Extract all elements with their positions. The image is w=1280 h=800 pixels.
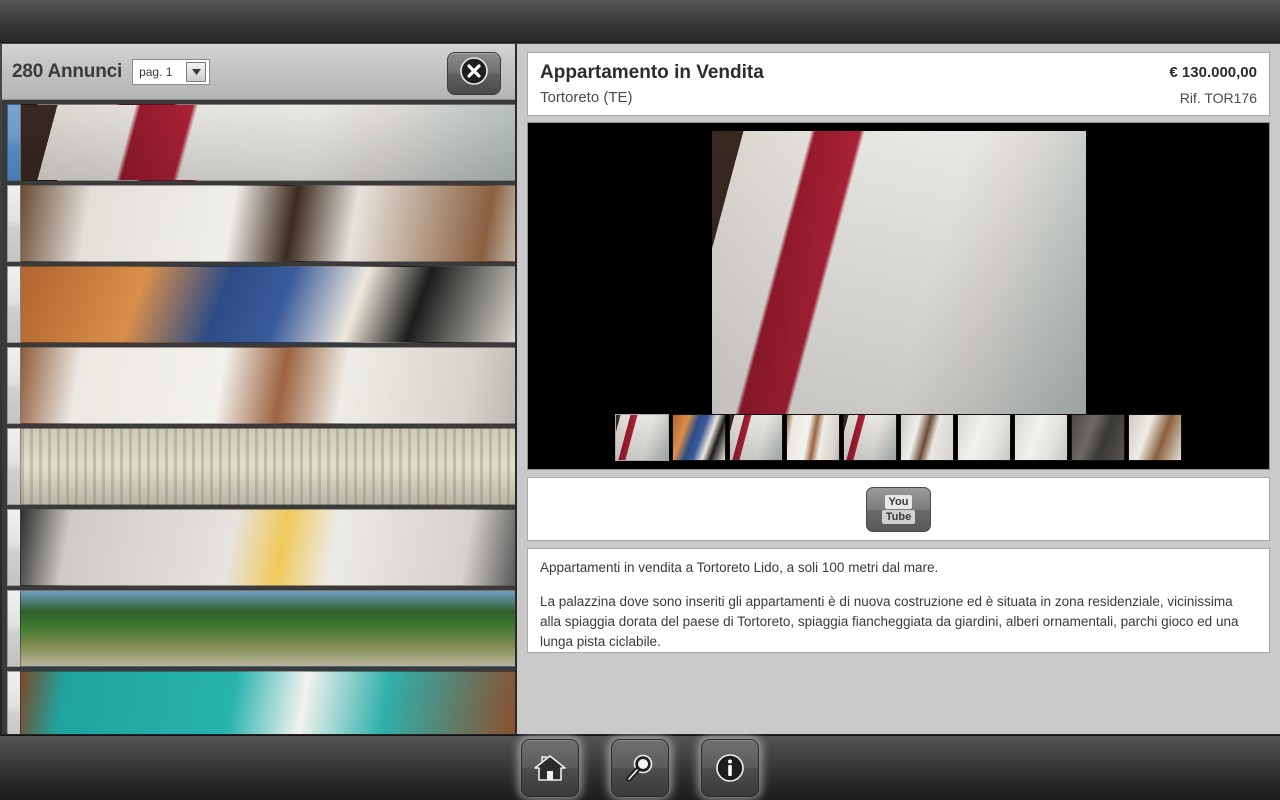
- video-box: You Tube: [527, 477, 1270, 541]
- home-button[interactable]: [521, 738, 579, 797]
- youtube-icon[interactable]: You Tube: [866, 486, 931, 532]
- photo-thumbnail[interactable]: [615, 414, 669, 461]
- detail-header-right: € 130.000,00 Rif. TOR176: [1169, 60, 1257, 115]
- detail-panel: Appartamento in Vendita Tortoreto (TE) €…: [517, 44, 1280, 734]
- bottom-toolbar: [0, 735, 1280, 800]
- main-photo-image: [711, 131, 1086, 414]
- list-item-thumbnail: [20, 266, 515, 343]
- list-item-thumbnail: [20, 509, 515, 586]
- photo-thumbnail[interactable]: [1014, 414, 1068, 461]
- thumbnail-strip[interactable]: [528, 414, 1269, 461]
- list-item-thumbnail: [20, 104, 515, 181]
- photo-thumbnail[interactable]: [1071, 414, 1125, 461]
- photo-thumbnail-image: [673, 415, 725, 460]
- search-button[interactable]: [611, 738, 669, 797]
- youtube-label-top: You: [884, 494, 913, 509]
- photo-thumbnail-image: [1129, 415, 1181, 460]
- detail-header: Appartamento in Vendita Tortoreto (TE) €…: [527, 52, 1270, 116]
- list-item[interactable]: Attico / Mansarda in VenditaTortoreto (T…: [7, 509, 515, 586]
- list-item-thumbnail: [20, 428, 515, 505]
- youtube-label-bottom: Tube: [881, 509, 916, 524]
- list-item[interactable]: Appartamento in VenditaCorropoli (TE)Rif…: [7, 185, 515, 262]
- photo-thumbnail-image: [787, 415, 839, 460]
- detail-header-left: Appartamento in Vendita Tortoreto (TE): [540, 60, 764, 115]
- list-item[interactable]: Appartamento in VenditaTortoreto (TE)Rif…: [7, 104, 515, 181]
- list-item-thumbnail: [20, 590, 515, 667]
- photo-thumbnail[interactable]: [729, 414, 783, 461]
- photo-thumbnail-image: [1015, 415, 1067, 460]
- chevron-down-icon[interactable]: [186, 61, 207, 82]
- list-item-thumbnail: [20, 671, 515, 734]
- photo-thumbnail[interactable]: [1128, 414, 1182, 461]
- list-item[interactable]: Appartamento in VenditaTortoreto (TE)Rif…: [7, 428, 515, 505]
- description-box: Appartamenti in vendita a Tortoreto Lido…: [527, 548, 1270, 653]
- photo-viewer[interactable]: [527, 122, 1270, 470]
- main-photo[interactable]: [711, 131, 1086, 414]
- results-header: 280 Annunci pag. 1: [2, 44, 515, 100]
- list-item-thumbnail: [20, 185, 515, 262]
- results-count-label: 280 Annunci: [12, 60, 123, 82]
- info-button[interactable]: [701, 738, 759, 797]
- list-item-thumbnail: [20, 347, 515, 424]
- detail-place: Tortoreto (TE): [540, 89, 633, 106]
- search-icon: [624, 752, 656, 784]
- list-item[interactable]: Appartamento in VenditaAlba Adriatica (T…: [7, 347, 515, 424]
- close-icon: [459, 56, 489, 91]
- photo-thumbnail[interactable]: [900, 414, 954, 461]
- detail-title: Appartamento in Vendita: [540, 62, 764, 83]
- description-paragraph-2: La palazzina dove sono inseriti gli appa…: [540, 594, 1239, 649]
- photo-thumbnail[interactable]: [672, 414, 726, 461]
- photo-thumbnail-image: [1072, 415, 1124, 460]
- photo-thumbnail[interactable]: [786, 414, 840, 461]
- app-window: 280 Annunci pag. 1 Appartamento in Vendi…: [0, 0, 1280, 800]
- page-select-value: pag. 1: [139, 64, 173, 79]
- photo-thumbnail-image: [730, 415, 782, 460]
- results-panel: 280 Annunci pag. 1 Appartamento in Vendi…: [2, 44, 517, 734]
- list-item[interactable]: Appartamento in VenditaMartinsicuro (TE)…: [7, 266, 515, 343]
- info-icon: [714, 752, 746, 784]
- photo-thumbnail-image: [844, 415, 896, 460]
- detail-price: € 130.000,00: [1169, 64, 1257, 81]
- results-list[interactable]: Appartamento in VenditaTortoreto (TE)Rif…: [2, 100, 515, 734]
- home-icon: [533, 753, 567, 783]
- detail-reference: Rif. TOR176: [1179, 90, 1257, 106]
- photo-thumbnail-image: [901, 415, 953, 460]
- photo-thumbnail[interactable]: [957, 414, 1011, 461]
- close-button[interactable]: [447, 52, 501, 95]
- list-item[interactable]: Appartamento in VenditaSan Benedetto del…: [7, 590, 515, 667]
- window-top-chrome: [0, 0, 1280, 43]
- photo-thumbnail-image: [616, 415, 668, 460]
- list-item[interactable]: Appartamento in VenditaAlba Adriatica (T…: [7, 671, 515, 734]
- photo-thumbnail[interactable]: [843, 414, 897, 461]
- photo-thumbnail-image: [958, 415, 1010, 460]
- description-paragraph-1: Appartamenti in vendita a Tortoreto Lido…: [540, 560, 939, 575]
- page-select[interactable]: pag. 1: [132, 58, 211, 85]
